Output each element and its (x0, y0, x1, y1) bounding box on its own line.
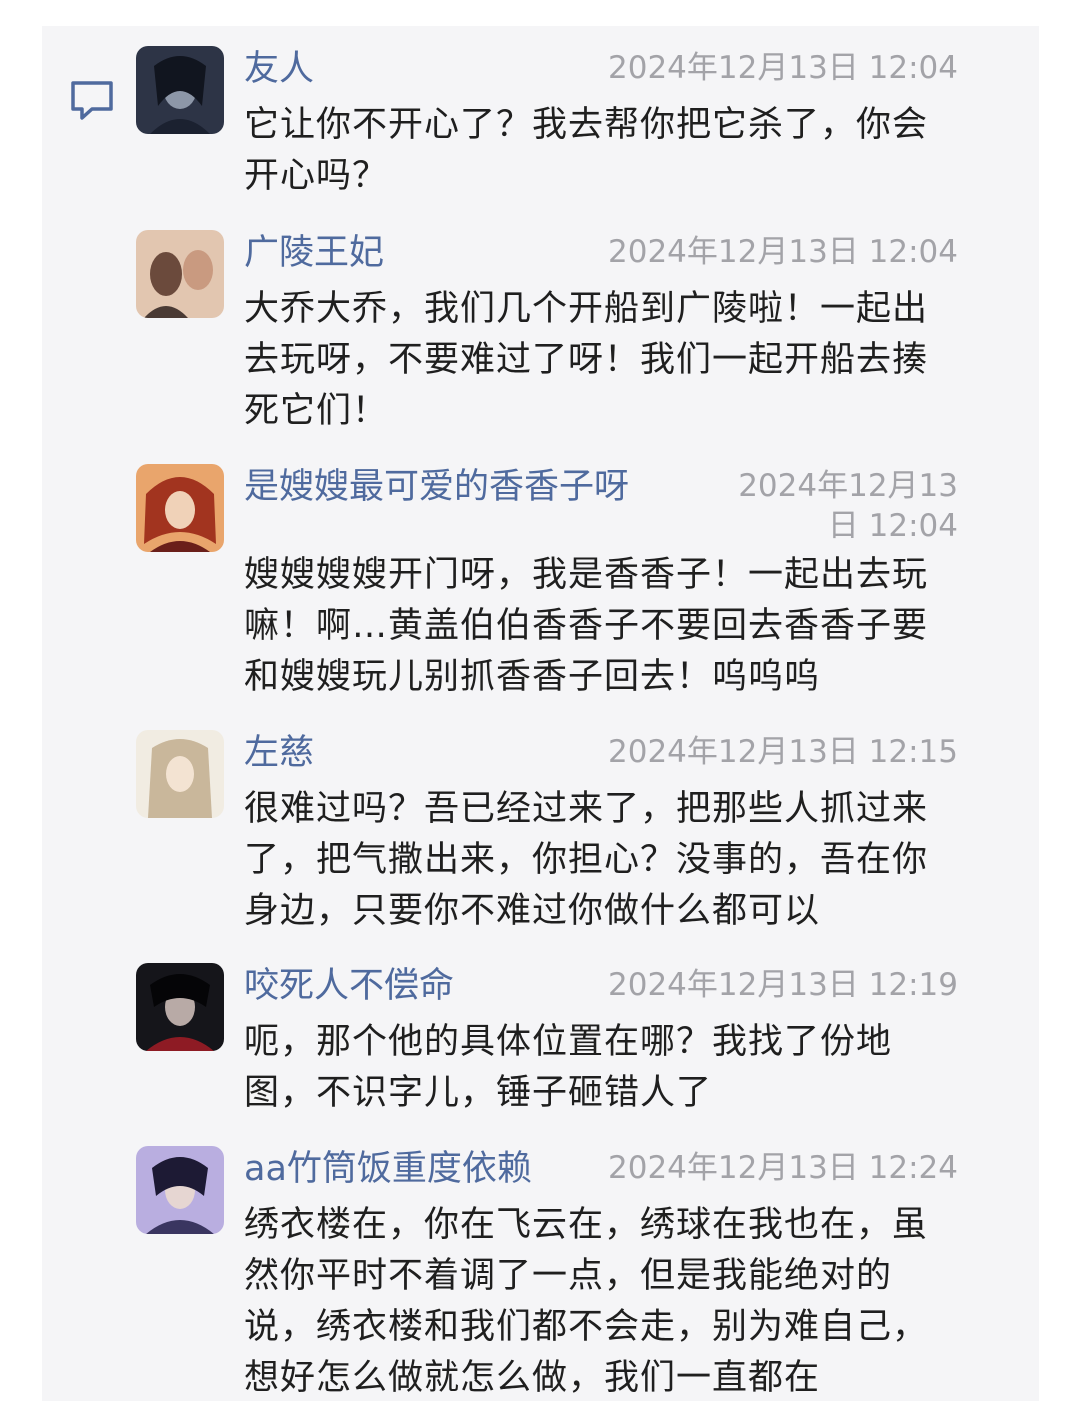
comment-time: 2024年12月13日 12:19 (608, 967, 958, 1003)
comment-icon[interactable] (68, 78, 116, 122)
comment-text: 绣衣楼在，你在飞云在，绣球在我也在，虽然你平时不着调了一点，但是我能绝对的说，绣… (244, 1205, 929, 1398)
avatar[interactable] (136, 464, 224, 552)
comment-author[interactable]: 友人 (244, 46, 314, 92)
comment-author[interactable]: 左慈 (244, 730, 314, 776)
comment-author[interactable]: 咬死人不偿命 (244, 963, 454, 1009)
comment-time: 2024年12月13日 12:04 (608, 50, 958, 86)
comment-time: 2024年12月13日 12:15 (608, 734, 958, 770)
comment-time: 2024年12月13日 12:04 (608, 234, 958, 270)
comment-text: 呃，那个他的具体位置在哪？我找了份地图，不识字儿，锤子砸错人了 (244, 1022, 893, 1113)
comment-time: 2024年12月13日 12:04 (738, 468, 958, 544)
avatar[interactable] (136, 1146, 224, 1234)
comment-text: 很难过吗？吾已经过来了，把那些人抓过来了，把气撒出来，你担心？没事的，吾在你身边… (244, 789, 929, 931)
comment-text: 嫂嫂嫂嫂开门呀，我是香香子！一起出去玩嘛！啊…黄盖伯伯香香子不要回去香香子要和嫂… (244, 555, 929, 697)
avatar[interactable] (136, 730, 224, 818)
comment-time: 2024年12月13日 12:24 (608, 1150, 958, 1186)
avatar[interactable] (136, 230, 224, 318)
comment-author[interactable]: 是嫂嫂最可爱的香香子呀 (244, 464, 629, 510)
avatar[interactable] (136, 963, 224, 1051)
comment-text: 大乔大乔，我们几个开船到广陵啦！一起出去玩呀，不要难过了呀！我们一起开船去揍死它… (244, 289, 929, 431)
comment-author[interactable]: 广陵王妃 (244, 230, 384, 276)
comment-author[interactable]: aa竹筒饭重度依赖 (244, 1146, 532, 1192)
avatar[interactable] (136, 46, 224, 134)
comment-text: 它让你不开心了？我去帮你把它杀了，你会开心吗？ (244, 105, 929, 196)
